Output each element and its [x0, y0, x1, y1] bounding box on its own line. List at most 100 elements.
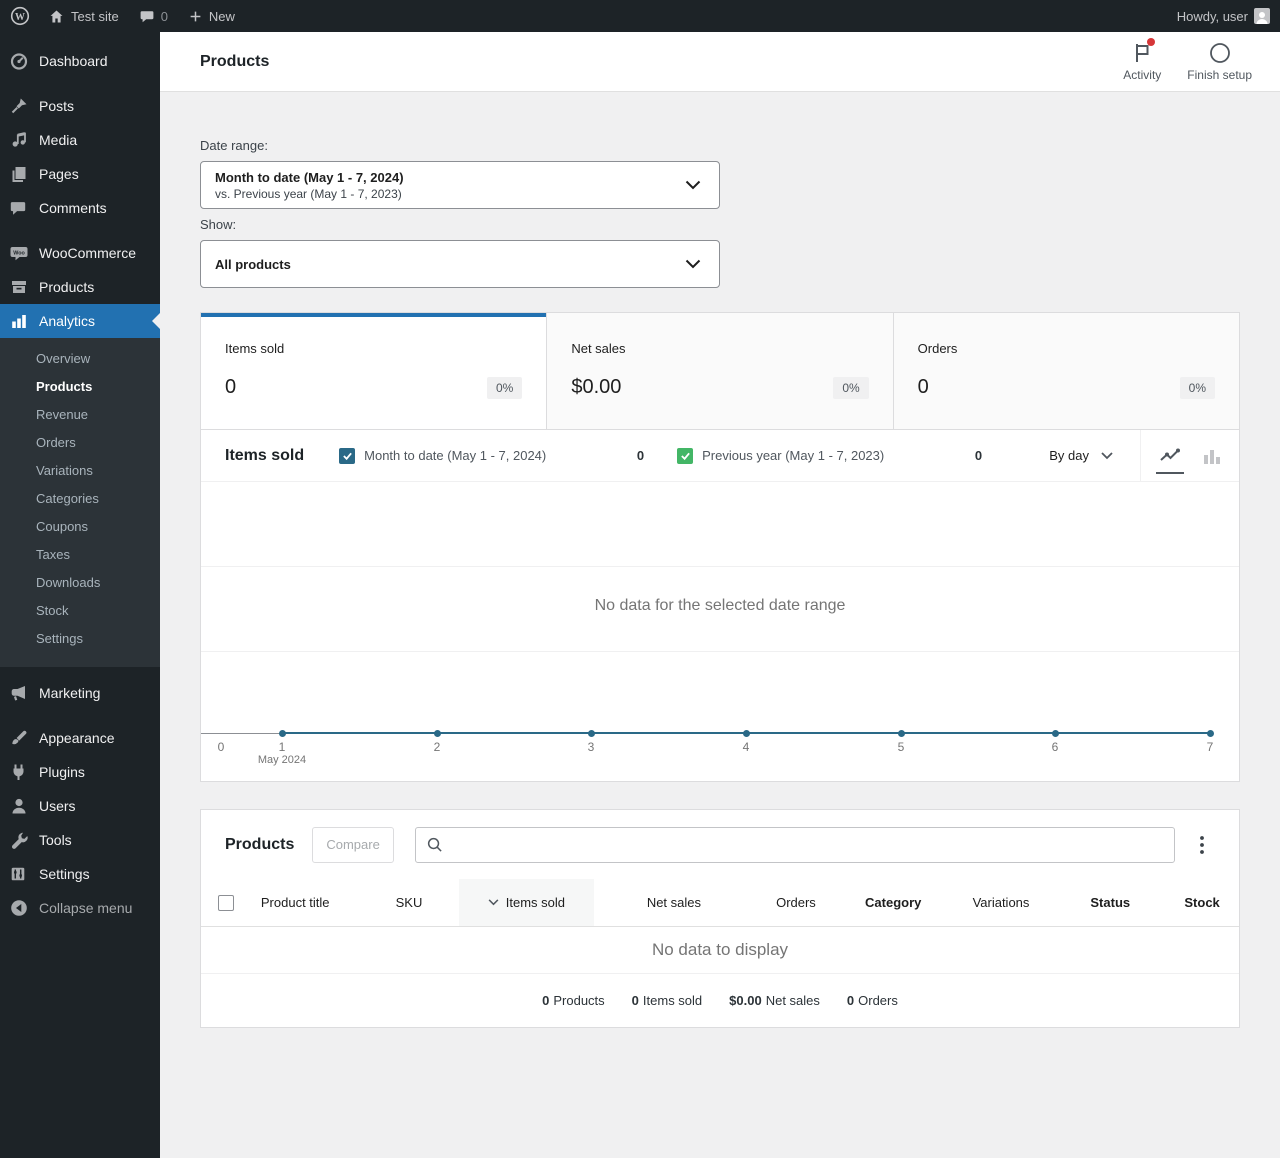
submenu-item-overview[interactable]: Overview [0, 345, 160, 373]
axis-dot [279, 730, 286, 737]
submenu-item-stock[interactable]: Stock [0, 597, 160, 625]
submenu-item-orders[interactable]: Orders [0, 429, 160, 457]
tile-items-sold[interactable]: Items sold 0 0% [201, 313, 548, 429]
user-silhouette-icon [1256, 12, 1268, 24]
column-orders[interactable]: Orders [717, 879, 840, 926]
activity-button[interactable]: Activity [1123, 38, 1162, 82]
sidebar-item-posts[interactable]: Posts [0, 89, 160, 123]
interval-value: By day [1049, 448, 1089, 463]
sidebar-item-label: Media [39, 132, 78, 148]
svg-text:W: W [15, 12, 25, 23]
sidebar-item-marketing[interactable]: Marketing [0, 676, 160, 710]
finish-setup-label: Finish setup [1187, 68, 1252, 82]
plus-icon [190, 11, 201, 21]
chevron-down-icon [685, 180, 701, 190]
legend-label: Month to date (May 1 - 7, 2024) [364, 448, 547, 463]
submenu-item-categories[interactable]: Categories [0, 485, 160, 513]
tile-delta-badge: 0% [1179, 376, 1215, 399]
sidebar-item-label: Analytics [39, 313, 96, 329]
sidebar-item-analytics[interactable]: Analytics [0, 304, 160, 338]
comment-bubble-icon [140, 11, 154, 23]
sidebar-item-collapse-menu[interactable]: Collapse menu [0, 891, 160, 925]
comments-count: 0 [160, 8, 168, 24]
sidebar-item-label: Users [39, 798, 76, 814]
legend-value: 0 [974, 448, 983, 463]
sidebar-item-pages[interactable]: Pages [0, 157, 160, 191]
compare-button[interactable]: Compare [312, 826, 394, 863]
x-tick: 1 [278, 740, 286, 754]
sidebar-item-comments[interactable]: Comments [0, 191, 160, 225]
bar-chart-button[interactable] [1200, 445, 1224, 467]
legend-current-period[interactable]: Month to date (May 1 - 7, 2024) 0 [339, 447, 644, 464]
tile-value: 0 [225, 376, 237, 398]
comments-shortcut[interactable]: 0 [129, 0, 178, 32]
collapse-arrow-icon [9, 898, 29, 918]
sidebar-item-dashboard[interactable]: Dashboard [0, 44, 160, 78]
date-range-value: Month to date (May 1 - 7, 2024) [215, 169, 404, 185]
axis-dot [1052, 730, 1059, 737]
submenu-item-coupons[interactable]: Coupons [0, 513, 160, 541]
tile-label: Net sales [571, 341, 626, 356]
checkbox-checked[interactable] [339, 447, 356, 464]
table-summary: 0 Products 0 Items sold $0.00 Net sales 0 Or… [201, 974, 1239, 1027]
activity-label: Activity [1123, 68, 1162, 82]
woocommerce-icon: Woo [9, 243, 29, 263]
check-icon [342, 452, 352, 460]
submenu-item-downloads[interactable]: Downloads [0, 569, 160, 597]
comments-icon [9, 199, 29, 217]
wordpress-logo[interactable]: W [0, 0, 38, 32]
megaphone-icon [9, 683, 29, 703]
sidebar-item-woocommerce[interactable]: Woo WooCommerce [0, 236, 160, 270]
sidebar-item-label: Posts [39, 98, 75, 114]
column-sku[interactable]: SKU [383, 879, 459, 926]
submenu-item-variations[interactable]: Variations [0, 457, 160, 485]
checkbox-checked[interactable] [677, 447, 694, 464]
date-range-select[interactable]: Month to date (May 1 - 7, 2024) vs. Prev… [200, 161, 720, 209]
site-link[interactable]: Test site [38, 0, 129, 32]
submenu-item-revenue[interactable]: Revenue [0, 401, 160, 429]
search-input[interactable] [450, 837, 1164, 852]
sidebar-item-products[interactable]: Products [0, 270, 160, 304]
dashboard-icon [9, 51, 29, 71]
tile-label: Items sold [225, 341, 285, 356]
chevron-down-icon [1101, 451, 1113, 459]
sidebar-item-tools[interactable]: Tools [0, 823, 160, 857]
sidebar-item-appearance[interactable]: Appearance [0, 721, 160, 755]
select-all-checkbox[interactable] [217, 894, 234, 911]
new-content-button[interactable]: New [178, 0, 245, 32]
line-chart-button[interactable] [1156, 445, 1184, 474]
date-range-comparison: vs. Previous year (May 1 - 7, 2023) [215, 186, 402, 201]
x-tick: 7 [1206, 740, 1214, 754]
submenu-item-taxes[interactable]: Taxes [0, 541, 160, 569]
archive-box-icon [9, 277, 29, 297]
new-label: New [208, 8, 235, 24]
sidebar-item-label: Products [39, 279, 95, 295]
legend-previous-period[interactable]: Previous year (May 1 - 7, 2023) 0 [677, 447, 983, 464]
products-table-card: Products Compare Product title SKU Items… [200, 809, 1240, 1028]
sidebar-item-users[interactable]: Users [0, 789, 160, 823]
summary-products: 0 Products [542, 993, 605, 1008]
tile-net-sales[interactable]: Net sales $0.00 0% [547, 313, 894, 429]
column-net-sales[interactable]: Net sales [594, 879, 717, 926]
tile-orders[interactable]: Orders 0 0% [894, 313, 1239, 429]
column-items-sold[interactable]: Items sold [458, 879, 595, 926]
tile-value: $0.00 [571, 376, 622, 398]
sidebar-item-settings[interactable]: Settings [0, 857, 160, 891]
sidebar-item-plugins[interactable]: Plugins [0, 755, 160, 789]
submenu-item-settings[interactable]: Settings [0, 625, 160, 653]
search-box[interactable] [414, 826, 1175, 863]
paintbrush-icon [9, 728, 29, 748]
account-menu[interactable]: Howdy, user [1167, 0, 1280, 32]
column-variations[interactable]: Variations [947, 879, 1056, 926]
submenu-item-products[interactable]: Products [0, 373, 160, 401]
sidebar-item-media[interactable]: Media [0, 123, 160, 157]
axis-dot [434, 730, 441, 737]
check-icon [680, 452, 690, 460]
table-menu-button[interactable] [1189, 827, 1215, 863]
tile-label: Orders [917, 341, 958, 356]
column-product-title[interactable]: Product title [251, 879, 383, 926]
svg-text:Woo: Woo [13, 250, 25, 256]
finish-setup-button[interactable]: Finish setup [1187, 41, 1252, 82]
interval-select[interactable]: By day [1049, 448, 1113, 463]
show-select[interactable]: All products [200, 240, 720, 288]
